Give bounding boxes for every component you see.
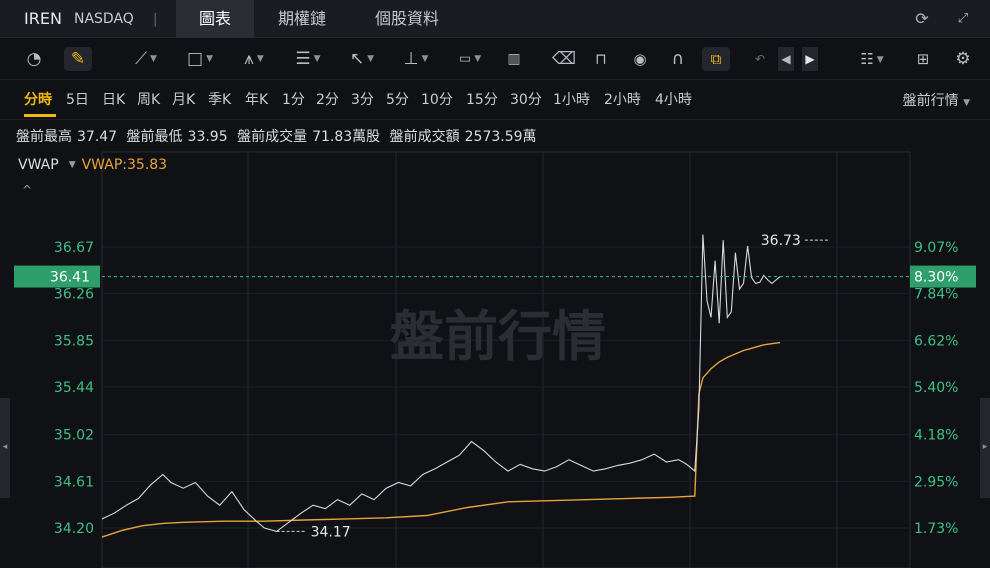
indicator-bars-icon[interactable]: ▥ [504,47,524,71]
chevron-down-icon[interactable]: ▼ [69,160,76,170]
y-tick-label-3: 35.44 [54,380,94,396]
period-8[interactable]: 2分 [316,89,339,109]
eye-icon[interactable]: ◉ [628,47,652,71]
tab-label: 個股資料 [374,9,439,28]
session-label: 盤前行情 [902,93,959,109]
period-11[interactable]: 10分 [421,89,453,109]
y-tick-label-5: 34.61 [54,474,94,490]
volume-label: 盤前成交量 [237,129,308,145]
period-active-indicator [24,114,56,117]
unlock-icon[interactable]: ⊓ [590,47,612,71]
arrow-icon[interactable]: ↖ ▼ [342,47,382,71]
y-tick-label-1: 36.26 [54,287,94,303]
period-5[interactable]: 季K [208,89,231,109]
pct-tick-label-6: 1.73% [914,521,958,537]
gauge-icon[interactable]: ◔ [22,47,46,71]
right-panel-handle[interactable]: ▸ [980,398,990,498]
rectangle-icon[interactable]: □ ▼ [180,47,220,71]
period-16[interactable]: 4小時 [655,89,692,109]
period-13[interactable]: 30分 [510,89,542,109]
high-marker-label: 36.73 [761,233,801,249]
vwap-indicator[interactable]: VWAP ▼ VWAP:35.83 [18,157,167,173]
fullscreen-icon[interactable]: ⤢ [954,10,972,28]
low-label: 盤前最低 [126,129,183,145]
drawing-toolbar: ◔ ✎ ⟋ ▼ □ ▼ ⩚ ▼ ☰ ▼ ↖ ▼ ⊥ ▼ ▭ ▼ ▥ ⌫ ⊓ ◉ ∩ ⧉ ↶ ◀… [0,38,990,80]
volume-value: 71.83萬股 [312,129,381,145]
turnover-value: 2573.59萬 [464,129,537,145]
chart-watermark: 盤前行情 [390,305,606,368]
pct-tick-label-0: 9.07% [914,240,958,256]
y-tick-label-4: 35.02 [54,428,94,444]
left-panel-handle[interactable]: ◂ [0,398,10,498]
draw-pen-icon[interactable]: ✎ [64,47,92,71]
vertical-measure-icon[interactable]: ⊥ ▼ [396,47,436,71]
period-1[interactable]: 5日 [66,89,89,109]
pct-tick-label-1: 7.84% [914,287,958,303]
refresh-icon[interactable]: ⟳ [913,10,931,28]
vwap-name: VWAP [18,157,59,173]
period-10[interactable]: 5分 [386,89,409,109]
tab-options-chain[interactable]: 期權鏈 [256,0,348,38]
chevron-right-icon: ▸ [982,442,988,452]
low-marker-label: 34.17 [311,524,351,540]
period-7[interactable]: 1分 [282,89,305,109]
y-tick-label-0: 36.67 [54,240,94,256]
collapse-icon[interactable]: ^ [22,183,32,197]
period-2[interactable]: 日K [102,89,125,109]
session-dropdown[interactable]: 盤前行情 ▼ [903,90,970,110]
period-15[interactable]: 2小時 [604,89,641,109]
eraser-icon[interactable]: ⌫ [552,47,576,71]
pct-tick-label-5: 2.95% [914,474,958,490]
pattern-icon[interactable]: ⩚ ▼ [232,47,276,71]
exchange-label: NASDAQ [74,11,134,27]
chevron-left-icon: ◂ [2,442,8,452]
low-value: 33.95 [187,129,228,145]
premarket-stats: 盤前最高 37.47 盤前最低 33.95 盤前成交量 71.83萬股 盤前成交額 25… [16,126,542,146]
ticker-symbol: IREN [24,9,62,28]
pct-tick-label-4: 4.18% [914,428,958,444]
layout-icon[interactable]: ☷ ▼ [852,47,892,71]
undo-icon[interactable]: ↶ [752,47,768,71]
link-icon[interactable]: ⧉ [702,47,730,71]
separator: | [153,12,158,27]
vwap-line [101,341,781,538]
turnover-label: 盤前成交額 [389,129,460,145]
tab-label: 期權鏈 [277,9,326,28]
period-0[interactable]: 分時 [24,89,52,109]
high-label: 盤前最高 [16,129,72,145]
text-label-icon[interactable]: ▭ ▼ [449,47,491,71]
next-icon[interactable]: ▶ [802,47,818,71]
y-tick-label-2: 35.85 [54,333,94,349]
tab-chart[interactable]: 圖表 [176,0,254,38]
y-tick-label-6: 34.20 [54,521,94,537]
prev-icon[interactable]: ◀ [778,47,794,71]
tab-label: 圖表 [198,9,231,28]
price-line [101,234,781,533]
period-6[interactable]: 年K [245,89,268,109]
current-pct-text: 8.30% [914,270,958,286]
magnet-icon[interactable]: ∩ [667,47,689,71]
period-12[interactable]: 15分 [466,89,498,109]
chevron-down-icon: ▼ [963,98,970,108]
trend-line-icon[interactable]: ⟋ ▼ [124,47,168,71]
tab-stock-info[interactable]: 個股資料 [352,0,462,38]
top-bar: IREN NASDAQ | 圖表 期權鏈 個股資料 ⟳ ⤢ [0,0,990,38]
pct-tick-label-2: 6.62% [914,333,958,349]
vwap-value: VWAP:35.83 [81,157,168,173]
period-9[interactable]: 3分 [351,89,374,109]
fib-icon[interactable]: ☰ ▼ [288,47,328,71]
current-price-text: 36.41 [50,270,90,286]
pct-tick-label-3: 5.40% [914,380,958,396]
period-14[interactable]: 1小時 [553,89,590,109]
divider [0,119,990,120]
period-3[interactable]: 周K [137,89,160,109]
price-chart[interactable]: 盤前行情 36.67 9.07% 36.26 7.84% 35.85 6.62% 35.44 5… [0,150,990,568]
grid-icon[interactable]: ⊞ [912,47,934,71]
period-selector: 分時 5日 日K 周K 月K 季K 年K 1分 2分 3分 5分 10分 15分 30分 1小時 2小時 4小時 [0,80,990,118]
period-4[interactable]: 月K [172,89,195,109]
settings-icon[interactable]: ⚙ [952,47,974,71]
high-value: 37.47 [77,129,118,145]
